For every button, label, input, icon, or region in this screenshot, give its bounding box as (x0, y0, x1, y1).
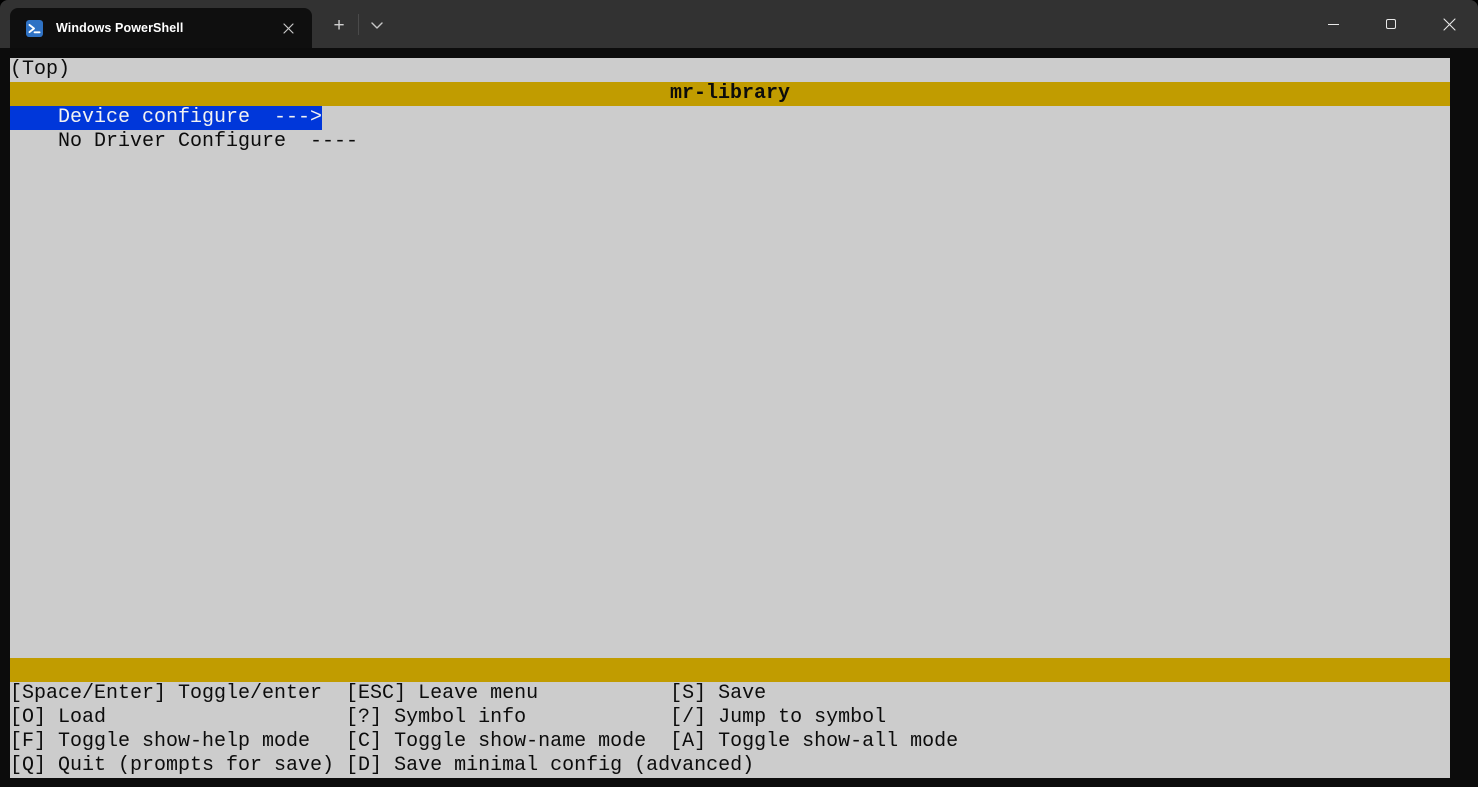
close-button[interactable] (1420, 0, 1478, 48)
help-line: [Q] Quit (prompts for save) [D] Save min… (10, 754, 1450, 778)
minimize-icon (1328, 24, 1339, 25)
window-controls (1304, 0, 1478, 48)
powershell-icon (26, 20, 43, 37)
tab-title: Windows PowerShell (56, 21, 183, 35)
menu-title-bar: mr-library (10, 82, 1450, 106)
terminal-viewport[interactable]: (Top) mr-library Device configure ---> N… (0, 48, 1478, 787)
breadcrumb: (Top) (10, 58, 1450, 82)
close-icon (1443, 18, 1456, 31)
terminal-window: Windows PowerShell + (0, 0, 1478, 787)
selected-menu-item-text: Device configure ---> (10, 106, 322, 130)
titlebar: Windows PowerShell + (0, 0, 1478, 48)
menu-item-text: No Driver Configure ---- (10, 130, 358, 153)
chevron-down-icon (371, 22, 383, 29)
footer-separator-bar (10, 658, 1450, 682)
tab-close-icon[interactable] (276, 16, 300, 40)
tab-bar-divider (358, 14, 359, 35)
tab-windows-powershell[interactable]: Windows PowerShell (10, 8, 312, 48)
menuconfig-screen: (Top) mr-library Device configure ---> N… (10, 58, 1450, 778)
minimize-button[interactable] (1304, 0, 1362, 48)
help-line: [F] Toggle show-help mode [C] Toggle sho… (10, 730, 1450, 754)
help-line: [Space/Enter] Toggle/enter [ESC] Leave m… (10, 682, 1450, 706)
empty-menu-area (10, 154, 1450, 658)
tab-dropdown-button[interactable] (362, 12, 392, 38)
menu-item-device-configure[interactable]: Device configure ---> (10, 106, 1450, 130)
maximize-button[interactable] (1362, 0, 1420, 48)
menu-item-no-driver-configure[interactable]: No Driver Configure ---- (10, 130, 1450, 154)
new-tab-button[interactable]: + (324, 12, 354, 38)
maximize-icon (1386, 19, 1396, 29)
help-line: [O] Load [?] Symbol info [/] Jump to sym… (10, 706, 1450, 730)
